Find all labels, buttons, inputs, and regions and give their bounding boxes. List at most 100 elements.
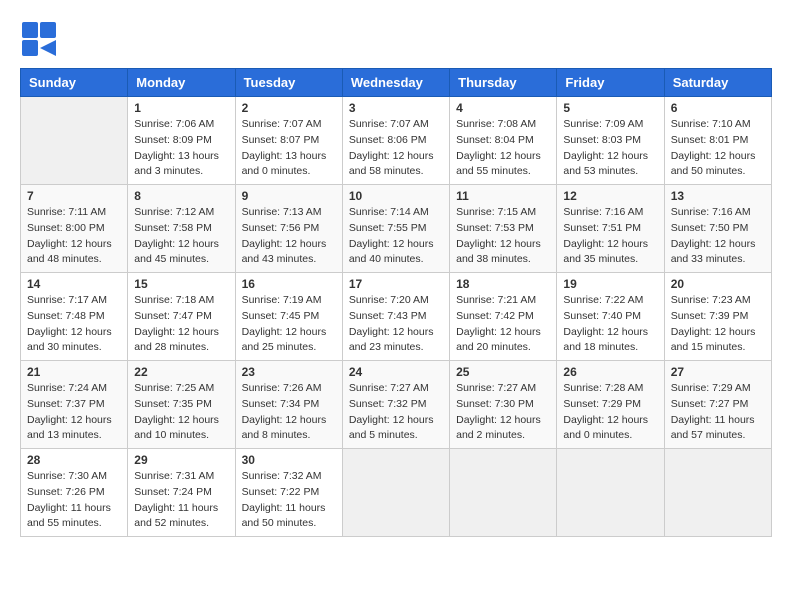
day-info-line: Sunset: 8:01 PM — [671, 134, 749, 146]
weekday-header-friday: Friday — [557, 69, 664, 97]
day-info-line: Daylight: 11 hours — [134, 502, 218, 514]
day-info: Sunrise: 7:25 AM Sunset: 7:35 PM Daylight:… — [134, 381, 228, 444]
day-info-line: Sunset: 7:32 PM — [349, 398, 427, 410]
calendar-cell: 23Sunrise: 7:26 AMSunset: 7:34 PMDayligh… — [235, 361, 342, 449]
day-number: 22 — [134, 365, 228, 379]
weekday-header-wednesday: Wednesday — [342, 69, 449, 97]
day-info-line: Sunrise: 7:10 AM — [671, 118, 751, 130]
day-number: 26 — [563, 365, 657, 379]
day-info-line: Sunset: 8:04 PM — [456, 134, 534, 146]
day-info-line: Sunrise: 7:14 AM — [349, 206, 429, 218]
day-info: Sunrise: 7:27 AMSunset: 7:30 PMDaylight:… — [456, 381, 550, 444]
day-info: Sunrise: 7:26 AM Sunset: 7:34 PM Daylight:… — [242, 381, 336, 444]
day-info-line: Daylight: 12 hours — [242, 326, 327, 338]
day-info: Sunrise: 7:21 AMSunset: 7:42 PMDaylight:… — [456, 293, 550, 356]
day-info-line: Sunrise: 7:24 AM — [27, 382, 107, 394]
day-info-line: Daylight: 12 hours — [563, 414, 648, 426]
day-info-line: Sunset: 7:42 PM — [456, 310, 534, 322]
day-info-line: Sunrise: 7:17 AM — [27, 294, 107, 306]
day-info-line: Sunrise: 7:30 AM — [27, 470, 107, 482]
day-info-line: Daylight: 12 hours — [349, 326, 434, 338]
calendar-cell: 17Sunrise: 7:20 AMSunset: 7:43 PMDayligh… — [342, 273, 449, 361]
day-info-line: and 38 minutes. — [456, 253, 531, 265]
calendar-cell: 3Sunrise: 7:07 AMSunset: 8:06 PMDaylight… — [342, 97, 449, 185]
day-number: 29 — [134, 453, 228, 467]
day-info-line: Sunset: 7:48 PM — [27, 310, 105, 322]
day-info: Sunrise: 7:16 AMSunset: 7:51 PMDaylight:… — [563, 205, 657, 268]
calendar-cell: 2Sunrise: 7:07 AMSunset: 8:07 PMDaylight… — [235, 97, 342, 185]
day-info-line: Sunrise: 7:21 AM — [456, 294, 536, 306]
calendar-cell — [21, 97, 128, 185]
day-info-line: and 3 minutes. — [134, 165, 203, 177]
day-info-line: and 50 minutes. — [671, 165, 746, 177]
day-number: 18 — [456, 277, 550, 291]
day-info-line: Daylight: 11 hours — [27, 502, 111, 514]
day-number: 4 — [456, 101, 550, 115]
calendar-cell: 7Sunrise: 7:11 AMSunset: 8:00 PMDaylight… — [21, 185, 128, 273]
day-number: 6 — [671, 101, 765, 115]
day-info-line: and 5 minutes. — [349, 429, 418, 441]
day-info-line: Sunrise: 7:19 AM — [242, 294, 322, 306]
calendar-cell: 28Sunrise: 7:30 AMSunset: 7:26 PMDayligh… — [21, 449, 128, 537]
day-info-line: Daylight: 12 hours — [349, 150, 434, 162]
day-info: Sunrise: 7:07 AMSunset: 8:07 PMDaylight:… — [242, 117, 336, 180]
day-info-line: Sunset: 7:37 PM — [27, 398, 105, 410]
day-info-line: Daylight: 12 hours — [671, 150, 756, 162]
day-info-line: Sunrise: 7:11 AM — [27, 206, 106, 218]
day-info: Sunrise: 7:14 AMSunset: 7:55 PMDaylight:… — [349, 205, 443, 268]
day-info-line: Sunset: 7:45 PM — [242, 310, 320, 322]
day-info-line: and 15 minutes. — [671, 341, 746, 353]
day-info-line: Sunrise: 7:26 AM — [242, 382, 322, 394]
day-info-line: and 43 minutes. — [242, 253, 317, 265]
day-info-line: and 48 minutes. — [27, 253, 102, 265]
day-info-line: Sunrise: 7:12 AM — [134, 206, 214, 218]
calendar-cell: 8Sunrise: 7:12 AMSunset: 7:58 PMDaylight… — [128, 185, 235, 273]
day-info-line: Daylight: 11 hours — [242, 502, 326, 514]
day-info-line: Daylight: 12 hours — [242, 414, 327, 426]
weekday-header-thursday: Thursday — [450, 69, 557, 97]
day-info-line: Daylight: 12 hours — [456, 238, 541, 250]
day-info-line: Sunset: 8:07 PM — [242, 134, 320, 146]
day-info-line: Sunrise: 7:32 AM — [242, 470, 322, 482]
day-info-line: Sunset: 7:34 PM — [242, 398, 320, 410]
calendar-cell: 18Sunrise: 7:21 AMSunset: 7:42 PMDayligh… — [450, 273, 557, 361]
weekday-header-tuesday: Tuesday — [235, 69, 342, 97]
calendar-cell: 9Sunrise: 7:13 AMSunset: 7:56 PMDaylight… — [235, 185, 342, 273]
day-info-line: Sunrise: 7:25 AM — [134, 382, 214, 394]
day-info-line: Sunset: 7:22 PM — [242, 486, 320, 498]
calendar-cell: 24Sunrise: 7:27 AMSunset: 7:32 PMDayligh… — [342, 361, 449, 449]
calendar-cell: 1Sunrise: 7:06 AMSunset: 8:09 PMDaylight… — [128, 97, 235, 185]
day-info: Sunrise: 7:17 AMSunset: 7:48 PMDaylight:… — [27, 293, 121, 356]
day-number: 30 — [242, 453, 336, 467]
day-info-line: Sunrise: 7:06 AM — [134, 118, 214, 130]
day-info: Sunrise: 7:19 AM Sunset: 7:45 PM Daylight:… — [242, 293, 336, 356]
day-info: Sunrise: 7:07 AMSunset: 8:06 PMDaylight:… — [349, 117, 443, 180]
calendar-cell: 10Sunrise: 7:14 AMSunset: 7:55 PMDayligh… — [342, 185, 449, 273]
day-number: 16 — [242, 277, 336, 291]
calendar-week-2: 7Sunrise: 7:11 AMSunset: 8:00 PMDaylight… — [21, 185, 772, 273]
day-info-line: Sunset: 8:09 PM — [134, 134, 212, 146]
calendar-week-1: 1Sunrise: 7:06 AMSunset: 8:09 PMDaylight… — [21, 97, 772, 185]
day-info-line: Daylight: 12 hours — [27, 238, 112, 250]
day-info-line: Sunset: 7:26 PM — [27, 486, 105, 498]
day-info: Sunrise: 7:18 AMSunset: 7:47 PMDaylight:… — [134, 293, 228, 356]
day-info-line: Sunset: 7:35 PM — [134, 398, 212, 410]
day-info-line: Sunset: 8:06 PM — [349, 134, 427, 146]
day-number: 27 — [671, 365, 765, 379]
day-info-line: Daylight: 12 hours — [134, 414, 219, 426]
day-info: Sunrise: 7:15 AMSunset: 7:53 PMDaylight:… — [456, 205, 550, 268]
day-info: Sunrise: 7:08 AMSunset: 8:04 PMDaylight:… — [456, 117, 550, 180]
day-info-line: Sunset: 7:40 PM — [563, 310, 641, 322]
calendar-cell: 13Sunrise: 7:16 AMSunset: 7:50 PMDayligh… — [664, 185, 771, 273]
day-info-line: Daylight: 12 hours — [563, 326, 648, 338]
day-info-line: Daylight: 12 hours — [134, 326, 219, 338]
day-info-line: Daylight: 12 hours — [27, 414, 112, 426]
day-info-line: Sunset: 7:29 PM — [563, 398, 641, 410]
calendar-cell: 6 Sunrise: 7:10 AM Sunset: 8:01 PM Daylight… — [664, 97, 771, 185]
day-info-line: Sunrise: 7:15 AM — [456, 206, 536, 218]
day-info-line: and 20 minutes. — [456, 341, 531, 353]
day-info: Sunrise: 7:11 AMSunset: 8:00 PMDaylight:… — [27, 205, 121, 268]
day-info-line: Sunrise: 7:22 AM — [563, 294, 643, 306]
day-info: Sunrise: 7:20 AMSunset: 7:43 PMDaylight:… — [349, 293, 443, 356]
day-number: 24 — [349, 365, 443, 379]
